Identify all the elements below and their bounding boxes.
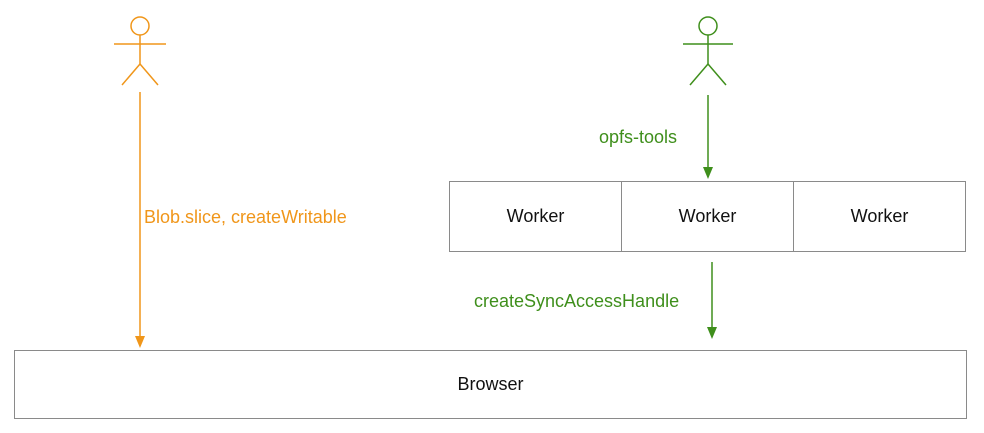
blob-arrowhead (135, 336, 145, 348)
sync-arrowhead (707, 327, 717, 339)
opfs-arrow (703, 95, 713, 179)
sync-edge-label: createSyncAccessHandle (474, 291, 680, 311)
worker-box-3: Worker (793, 181, 966, 252)
actor-right-leg-r (707, 63, 727, 86)
worker-box-2: Worker (621, 181, 794, 252)
actor-left-head (130, 16, 150, 36)
sync-arrow (707, 262, 717, 339)
actor-left-leg-r (139, 63, 159, 86)
actor-right-figure (683, 16, 733, 86)
worker-box-1: Worker (449, 181, 622, 252)
browser-box: Browser (14, 350, 967, 419)
browser-label: Browser (457, 374, 524, 394)
blob-edge-label: Blob.slice, createWritable (144, 207, 347, 227)
actor-right-head (698, 16, 718, 36)
actor-right-leg-l (689, 63, 709, 86)
actor-left-leg-l (121, 63, 141, 86)
worker-label-1: Worker (506, 206, 565, 226)
actor-left-figure (114, 16, 166, 86)
opfs-edge-label: opfs-tools (599, 127, 678, 147)
opfs-arrowhead (703, 167, 713, 179)
worker-label-2: Worker (678, 206, 737, 226)
worker-label-3: Worker (850, 206, 909, 226)
